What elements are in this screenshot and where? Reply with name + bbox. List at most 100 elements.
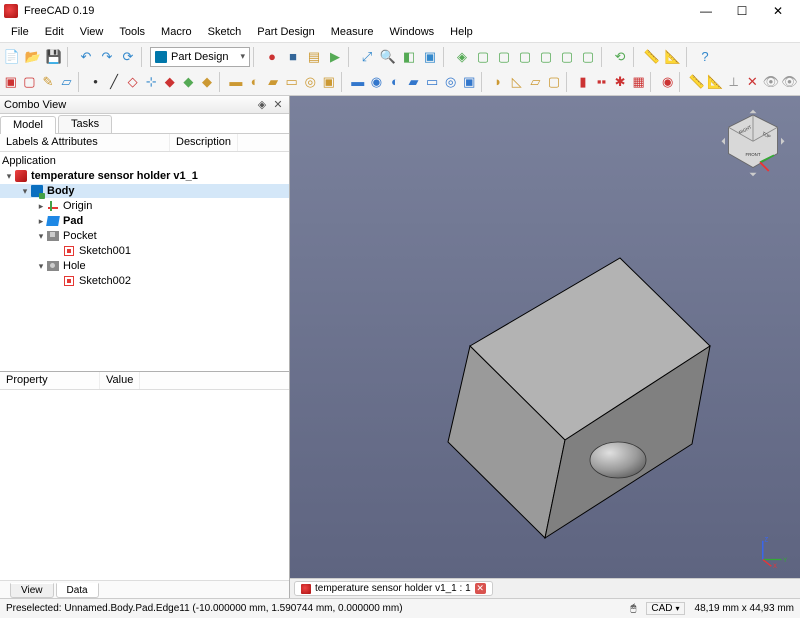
clone-button[interactable]: ◆ <box>198 72 216 92</box>
expand-arrow[interactable]: ▸ <box>36 201 46 212</box>
shapebinder-button[interactable]: ◆ <box>161 72 179 92</box>
measure3-button[interactable]: ⟂ <box>725 72 743 92</box>
lcs-button[interactable]: ⊹ <box>142 72 160 92</box>
expand-arrow[interactable]: ▾ <box>36 231 46 242</box>
top-button[interactable]: ▢ <box>494 47 514 67</box>
multi-transform-button[interactable]: ▦ <box>630 72 648 92</box>
revolution-button[interactable]: ◐ <box>246 72 264 92</box>
sub-box-button[interactable]: ▣ <box>460 72 478 92</box>
polar-pattern-button[interactable]: ✱ <box>611 72 629 92</box>
thickness-button[interactable]: ▢ <box>545 72 563 92</box>
tree-item-origin[interactable]: ▸Origin <box>0 199 289 213</box>
fit-all-button[interactable]: ⤢ <box>357 47 377 67</box>
sub-helix-button[interactable]: ◎ <box>442 72 460 92</box>
sub-pipe-button[interactable]: ▭ <box>423 72 441 92</box>
header-description[interactable]: Description <box>170 134 238 151</box>
loft-button[interactable]: ▰ <box>264 72 282 92</box>
record-macro-button[interactable]: ● <box>262 47 282 67</box>
bounding-box-button[interactable]: ▣ <box>420 47 440 67</box>
additive-helix-button[interactable]: ◎ <box>301 72 319 92</box>
pad-button[interactable]: ▬ <box>227 72 245 92</box>
tree-item-hole[interactable]: ▾Hole <box>0 259 289 273</box>
minimize-button[interactable]: — <box>688 1 724 21</box>
workbench-selector[interactable]: Part Design <box>150 47 250 67</box>
groove-button[interactable]: ◐ <box>386 72 404 92</box>
plane-button[interactable]: ◇ <box>124 72 142 92</box>
undo-button[interactable]: ↶ <box>76 47 96 67</box>
menu-help[interactable]: Help <box>443 24 480 40</box>
menu-measure[interactable]: Measure <box>324 24 381 40</box>
right-button[interactable]: ▢ <box>515 47 535 67</box>
refresh-button[interactable]: ⟳ <box>118 47 138 67</box>
rotate-button[interactable]: ⟲ <box>610 47 630 67</box>
menu-tools[interactable]: Tools <box>112 24 152 40</box>
open-button[interactable]: 📂 <box>23 47 43 67</box>
expand-arrow[interactable]: ▾ <box>20 186 30 197</box>
tree-item-temperature-sensor-holder-v1_1[interactable]: ▾temperature sensor holder v1_1 <box>0 169 289 183</box>
tab-data[interactable]: Data <box>56 583 99 598</box>
chamfer-button[interactable]: ◺ <box>508 72 526 92</box>
close-button[interactable]: ✕ <box>760 1 796 21</box>
3d-model[interactable] <box>340 196 760 596</box>
tree-item-pocket[interactable]: ▾Pocket <box>0 229 289 243</box>
draw-style-button[interactable]: ◧ <box>399 47 419 67</box>
bottom-button[interactable]: ▢ <box>557 47 577 67</box>
redo-button[interactable]: ↷ <box>97 47 117 67</box>
draft-button[interactable]: ▱ <box>527 72 545 92</box>
menu-windows[interactable]: Windows <box>383 24 442 40</box>
subshape-button[interactable]: ◆ <box>180 72 198 92</box>
sub-loft-button[interactable]: ▰ <box>405 72 423 92</box>
3d-viewport[interactable]: RIGHT TOP FRONT Y Z X temperature sensor… <box>290 96 800 598</box>
navigation-cube[interactable]: RIGHT TOP FRONT <box>718 108 788 178</box>
expand-arrow[interactable]: ▸ <box>36 216 46 227</box>
tree-item-sketch002[interactable]: Sketch002 <box>0 274 289 288</box>
menu-view[interactable]: View <box>73 24 111 40</box>
menu-macro[interactable]: Macro <box>154 24 199 40</box>
document-tab[interactable]: temperature sensor holder v1_1 : 1 ✕ <box>294 581 493 596</box>
edit-sketch-button[interactable]: ✎ <box>39 72 57 92</box>
new-doc-button[interactable]: 📄 <box>2 47 22 67</box>
combo-float-icon[interactable]: ◈ <box>255 98 269 112</box>
menu-part-design[interactable]: Part Design <box>250 24 321 40</box>
menu-file[interactable]: File <box>4 24 36 40</box>
model-tree[interactable]: Application ▾temperature sensor holder v… <box>0 152 289 372</box>
tree-root[interactable]: Application <box>0 154 289 168</box>
header-labels[interactable]: Labels & Attributes <box>0 134 170 151</box>
menu-sketch[interactable]: Sketch <box>201 24 249 40</box>
create-sketch-button[interactable]: ▢ <box>21 72 39 92</box>
line-button[interactable]: ╱ <box>105 72 123 92</box>
create-body-button[interactable]: ▣ <box>2 72 20 92</box>
tree-item-pad[interactable]: ▸Pad <box>0 214 289 228</box>
hole-button[interactable]: ◉ <box>368 72 386 92</box>
measure-linear-button[interactable]: 📏 <box>642 47 662 67</box>
whats-this-button[interactable]: ? <box>695 47 715 67</box>
tree-item-body[interactable]: ▾Body <box>0 184 289 198</box>
doc-close-icon[interactable]: ✕ <box>475 583 486 594</box>
additive-box-button[interactable]: ▣ <box>320 72 338 92</box>
clear-measure-button[interactable]: ✕ <box>744 72 762 92</box>
header-property[interactable]: Property <box>0 372 100 389</box>
pipe-button[interactable]: ▭ <box>283 72 301 92</box>
tree-item-sketch001[interactable]: Sketch001 <box>0 244 289 258</box>
expand-arrow[interactable]: ▾ <box>36 261 46 272</box>
stop-macro-button[interactable]: ■ <box>283 47 303 67</box>
isometric-button[interactable]: ◈ <box>452 47 472 67</box>
combo-close-icon[interactable]: ✕ <box>271 98 285 112</box>
fillet-button[interactable]: ◗ <box>489 72 507 92</box>
menu-edit[interactable]: Edit <box>38 24 71 40</box>
nav-style-selector[interactable]: CAD <box>646 602 684 615</box>
measure2-button[interactable]: 📐 <box>706 72 724 92</box>
expand-arrow[interactable]: ▾ <box>4 171 14 182</box>
tab-view[interactable]: View <box>10 583 54 598</box>
front-button[interactable]: ▢ <box>473 47 493 67</box>
measure1-button[interactable]: 📏 <box>688 72 706 92</box>
map-sketch-button[interactable]: ▱ <box>58 72 76 92</box>
boolean-button[interactable]: ◉ <box>659 72 677 92</box>
toggle-measure2-button[interactable]: 👁 <box>781 72 799 92</box>
mirror-button[interactable]: ▮ <box>574 72 592 92</box>
left-button[interactable]: ▢ <box>578 47 598 67</box>
run-macro-button[interactable]: ▶ <box>325 47 345 67</box>
point-button[interactable]: • <box>87 72 105 92</box>
maximize-button[interactable]: ☐ <box>724 1 760 21</box>
tab-tasks[interactable]: Tasks <box>58 115 112 133</box>
